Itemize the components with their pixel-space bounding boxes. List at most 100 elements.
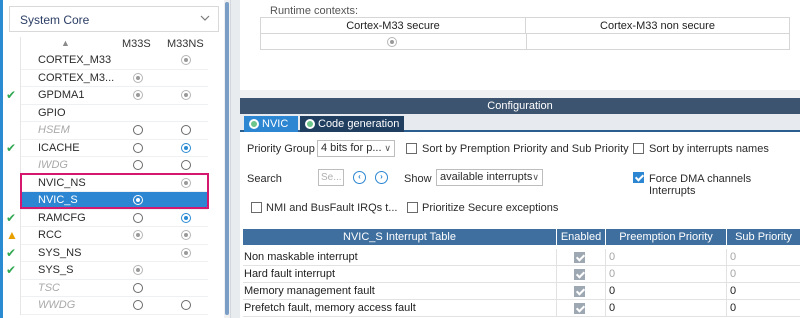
left-scrollbar-thumb[interactable] — [225, 2, 229, 315]
show-value: available interrupts — [440, 171, 533, 183]
category-header[interactable]: System Core — [9, 6, 219, 32]
check-circle-icon — [249, 119, 259, 129]
runtime-col-nonsecure: Cortex-M33 non secure — [526, 18, 789, 34]
table-row[interactable]: Prefetch fault, memory access fault 0 0 — [243, 300, 800, 317]
sort-premption-checkbox[interactable] — [406, 143, 417, 154]
enabled-checkbox[interactable] — [574, 269, 585, 280]
tab-code-generation[interactable]: Code generation — [300, 116, 404, 132]
enabled-checkbox[interactable] — [574, 252, 585, 263]
panel-accent — [0, 0, 3, 318]
configuration-title: Configuration — [240, 98, 800, 114]
list-item[interactable]: ✔ GPDMA1 — [6, 87, 208, 105]
m33ns-radio[interactable] — [181, 160, 191, 170]
m33ns-radio[interactable] — [181, 212, 191, 223]
runtime-cell-divider — [526, 34, 527, 50]
search-input[interactable]: Se... — [318, 169, 344, 186]
list-item[interactable]: CORTEX_M33 — [21, 52, 208, 70]
nmi-label: NMI and BusFault IRQs t... — [266, 202, 398, 214]
list-item[interactable]: WWDG — [21, 297, 208, 315]
chevron-down-icon: ∨ — [532, 172, 539, 182]
cell-divider — [605, 266, 606, 283]
m33s-radio[interactable] — [133, 300, 143, 310]
table-row[interactable]: Hard fault interrupt 0 0 — [243, 266, 800, 283]
m33s-radio[interactable] — [133, 160, 143, 170]
m33ns-radio[interactable] — [181, 300, 191, 310]
m33s-radio[interactable] — [133, 90, 143, 100]
m33ns-radio[interactable] — [181, 230, 191, 240]
cell-divider — [605, 300, 606, 317]
enabled-checkbox[interactable] — [574, 303, 585, 314]
list-item[interactable]: NVIC_S — [21, 192, 208, 210]
prioritize-secure-checkbox[interactable] — [407, 202, 418, 213]
list-item[interactable]: ▲ RCC — [6, 227, 208, 245]
m33s-radio[interactable] — [133, 72, 143, 83]
list-item[interactable]: TSC — [21, 280, 208, 297]
m33ns-radio[interactable] — [181, 177, 191, 188]
list-item[interactable]: ✔ RAMCFG — [6, 210, 208, 227]
search-next-button[interactable]: › — [375, 171, 388, 184]
interrupt-name: Memory management fault — [244, 285, 375, 297]
list-item[interactable]: ✔ ICACHE — [6, 140, 208, 157]
sort-icon[interactable]: ▲︎ — [61, 38, 70, 48]
show-select[interactable]: available interrupts ∨ — [436, 169, 543, 186]
sub-priority-value[interactable]: 0 — [730, 283, 736, 300]
table-row[interactable]: Non maskable interrupt 0 0 — [243, 249, 800, 266]
enabled-checkbox[interactable] — [574, 286, 585, 297]
list-item-label: HSEM — [38, 124, 70, 136]
preemption-priority-value[interactable]: 0 — [609, 266, 615, 283]
list-item[interactable]: NVIC_NS — [21, 175, 208, 192]
list-item-label: GPIO — [38, 106, 66, 119]
preemption-priority-value[interactable]: 0 — [609, 283, 615, 300]
list-item-label: GPDMA1 — [38, 89, 85, 101]
priority-group-select[interactable]: 4 bits for p... ∨ — [317, 140, 395, 157]
nvic-table-header: NVIC_S Interrupt Table Enabled Preemptio… — [243, 229, 800, 245]
check-icon: ✔ — [6, 88, 17, 102]
interrupt-name: Prefetch fault, memory access fault — [244, 302, 416, 314]
table-row[interactable]: Memory management fault 0 0 — [243, 283, 800, 300]
m33s-radio[interactable] — [133, 125, 143, 135]
list-item[interactable]: GPIO — [21, 105, 208, 122]
runtime-contexts-table: Cortex-M33 secure Cortex-M33 non secure — [260, 17, 790, 50]
m33s-radio[interactable] — [133, 282, 143, 293]
m33ns-radio[interactable] — [181, 90, 191, 100]
cell-divider — [726, 283, 727, 300]
list-item[interactable]: ✔ SYS_S — [6, 262, 208, 280]
m33ns-radio[interactable] — [181, 125, 191, 135]
sub-priority-value[interactable]: 0 — [730, 300, 736, 317]
m33s-radio[interactable] — [133, 265, 143, 275]
component-table-header: ▲︎ M33S M33NS — [21, 37, 208, 52]
check-icon: ✔ — [6, 245, 17, 260]
tab-nvic[interactable]: NVIC — [244, 116, 298, 132]
preemption-priority-value[interactable]: 0 — [609, 300, 615, 317]
m33ns-radio[interactable] — [181, 142, 191, 153]
preemption-priority-value[interactable]: 0 — [609, 249, 615, 266]
list-item[interactable]: CORTEX_M3... — [21, 70, 208, 87]
chevron-down-icon[interactable] — [200, 13, 210, 23]
m33s-radio[interactable] — [133, 230, 143, 240]
m33ns-radio[interactable] — [181, 247, 191, 258]
list-item-label: SYS_NS — [38, 246, 82, 259]
panel-splitter[interactable] — [230, 0, 240, 318]
cell-divider — [556, 300, 557, 317]
sub-priority-value[interactable]: 0 — [730, 266, 736, 283]
nmi-checkbox[interactable] — [251, 202, 262, 213]
list-item[interactable]: IWDG — [21, 157, 208, 175]
sort-names-checkbox[interactable] — [633, 143, 644, 154]
search-prev-button[interactable]: ‹ — [353, 171, 366, 184]
nvic-col-preemption: Preemption Priority — [619, 231, 713, 243]
interrupt-name: Non maskable interrupt — [244, 251, 358, 263]
list-item[interactable]: ✔ SYS_NS — [6, 245, 208, 262]
priority-group-value: 4 bits for p... — [321, 142, 382, 154]
nvic-col-name: NVIC_S Interrupt Table — [343, 231, 456, 243]
runtime-secure-radio[interactable] — [387, 37, 397, 47]
m33s-radio[interactable] — [133, 195, 143, 205]
list-item-label: RAMCFG — [38, 211, 86, 224]
sub-priority-value[interactable]: 0 — [730, 249, 736, 266]
component-table: ▲︎ M33S M33NS CORTEX_M33 CORTEX_M3... ✔ GPD… — [6, 37, 208, 315]
force-dma-checkbox[interactable] — [633, 172, 644, 183]
list-item[interactable]: HSEM — [21, 122, 208, 140]
m33s-radio[interactable] — [133, 142, 143, 153]
check-icon: ✔ — [6, 210, 17, 225]
m33s-radio[interactable] — [133, 212, 143, 223]
m33ns-radio[interactable] — [181, 55, 191, 65]
